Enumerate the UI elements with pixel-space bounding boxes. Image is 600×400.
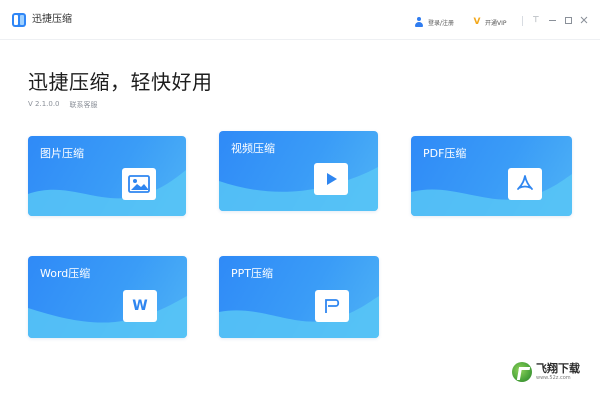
word-compress-card[interactable]: Word压缩 W [28,256,187,338]
watermark-name: 飞翔下载 [536,361,580,375]
ppt-compress-label: PPT压缩 [231,267,273,280]
minimize-icon [548,19,556,21]
close-icon [580,16,588,24]
open-vip-label: 开通VIP [485,19,507,27]
word-glyph: W [132,298,148,314]
watermark-url: www.52z.com [536,374,571,381]
app-title: 迅捷压缩 [32,14,72,25]
pin-icon[interactable]: ⊤ [530,14,542,26]
ppt-glyph [325,299,340,313]
image-glyph [128,175,150,193]
titlebar-divider [522,16,523,26]
ppt-compress-card[interactable]: PPT压缩 [219,256,379,338]
title-bar: 迅捷压缩 登录/注册 V 开通VIP ⊤ [0,0,600,40]
play-glyph [327,173,337,185]
maximize-icon [564,16,572,24]
close-button[interactable] [578,14,590,26]
pdf-compress-card[interactable]: PDF压缩 [411,136,572,216]
pdf-compress-label: PDF压缩 [423,147,467,160]
video-compress-label: 视频压缩 [231,142,275,155]
image-icon [122,168,156,200]
minimize-button[interactable] [546,14,558,26]
video-compress-card[interactable]: 视频压缩 [219,131,378,211]
login-register-button[interactable]: 登录/注册 [414,16,454,28]
image-compress-label: 图片压缩 [40,147,84,160]
pdf-icon [508,168,542,200]
version-row: V 2.1.0.0 联系客服 [28,100,98,110]
word-compress-label: Word压缩 [40,267,91,280]
image-compress-card[interactable]: 图片压缩 [28,136,186,216]
page-title: 迅捷压缩，轻快好用 [28,70,213,94]
user-icon [414,17,424,27]
version-text: V 2.1.0.0 [28,100,60,108]
watermark-text: 飞翔下载 www.52z.com [536,361,580,382]
feixiang-logo-icon [512,362,532,382]
app-logo-icon [12,13,26,27]
word-icon: W [123,290,157,322]
pdf-glyph [517,175,533,190]
play-icon [314,163,348,195]
vip-crown-icon: V [473,17,481,27]
open-vip-button[interactable]: V 开通VIP [472,16,507,28]
maximize-button[interactable] [562,14,574,26]
ppt-icon [315,290,349,322]
site-watermark: 飞翔下载 www.52z.com [512,360,580,384]
contact-service-link[interactable]: 联系客服 [70,100,98,110]
login-register-label: 登录/注册 [428,19,455,27]
